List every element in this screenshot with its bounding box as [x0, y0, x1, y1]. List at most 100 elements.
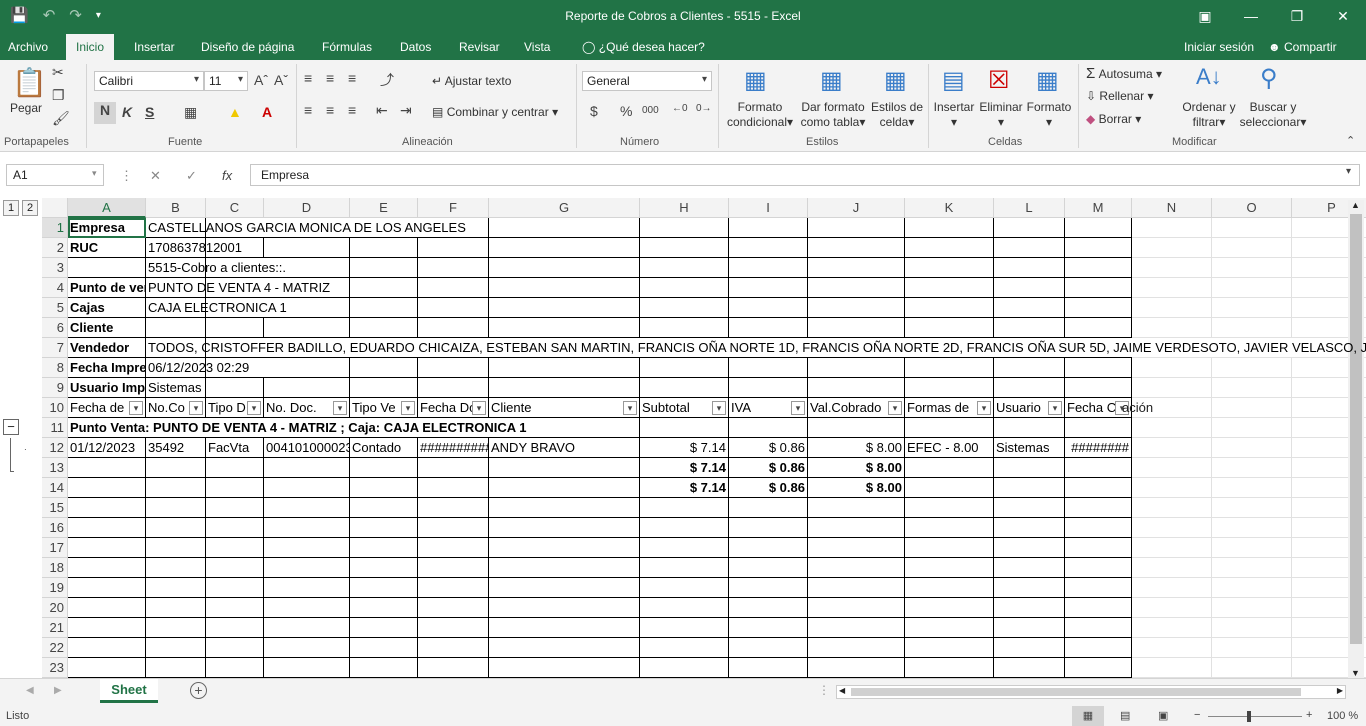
- grid-cell[interactable]: [264, 458, 350, 478]
- grid-cell[interactable]: [350, 598, 418, 618]
- grid-cell[interactable]: [729, 658, 808, 678]
- align-middle-icon[interactable]: ≡: [326, 70, 334, 86]
- grid-cell[interactable]: [68, 638, 146, 658]
- grid-cell[interactable]: [489, 258, 640, 278]
- grid-cell[interactable]: [1212, 458, 1292, 478]
- format-cells-button[interactable]: Formato ▾: [1026, 100, 1072, 130]
- orientation-icon[interactable]: ⤴: [380, 70, 394, 90]
- column-header-d[interactable]: D: [264, 198, 350, 218]
- grid-cell[interactable]: [640, 238, 729, 258]
- grid-cell[interactable]: [905, 318, 994, 338]
- grid-cell[interactable]: [489, 218, 640, 238]
- grid-cell[interactable]: [68, 498, 146, 518]
- grid-cell[interactable]: [808, 638, 905, 658]
- grid-cell[interactable]: [640, 538, 729, 558]
- grid-cell[interactable]: [264, 238, 350, 258]
- align-left-icon[interactable]: ≡: [304, 102, 312, 118]
- grid-cell[interactable]: [418, 538, 489, 558]
- find-select-button[interactable]: Buscar y seleccionar▾: [1238, 100, 1308, 130]
- grid-cell[interactable]: [350, 318, 418, 338]
- grid-cell[interactable]: [1065, 258, 1132, 278]
- grid-cell[interactable]: [418, 558, 489, 578]
- grid-cell[interactable]: [1065, 538, 1132, 558]
- grid-cell[interactable]: [350, 518, 418, 538]
- minimize-icon[interactable]: —: [1228, 0, 1274, 32]
- grid-cell[interactable]: [68, 558, 146, 578]
- add-sheet-icon[interactable]: +: [190, 682, 207, 699]
- cell-j12[interactable]: $ 8.00: [808, 438, 905, 458]
- grid-cell[interactable]: [994, 538, 1065, 558]
- grid-cell[interactable]: [905, 478, 994, 498]
- grid-cell[interactable]: [905, 298, 994, 318]
- grid-cell[interactable]: [1212, 218, 1292, 238]
- grid-cell[interactable]: [640, 618, 729, 638]
- grid-cell[interactable]: [489, 298, 640, 318]
- paste-button[interactable]: Pegar: [10, 101, 42, 116]
- increase-decimal-icon[interactable]: ←0: [672, 103, 688, 114]
- grid-cell[interactable]: [1132, 658, 1212, 678]
- borders-icon[interactable]: ▦: [184, 104, 197, 121]
- next-sheet-icon[interactable]: ▶: [54, 685, 62, 696]
- grid-cell[interactable]: [68, 598, 146, 618]
- grid-cell[interactable]: [729, 238, 808, 258]
- cell-j13[interactable]: $ 8.00: [808, 458, 905, 478]
- grid-cell[interactable]: [994, 498, 1065, 518]
- grid-cell[interactable]: [1065, 498, 1132, 518]
- grid-cell[interactable]: [489, 318, 640, 338]
- zoom-slider[interactable]: [1208, 716, 1302, 717]
- cell-b4[interactable]: PUNTO DE VENTA 4 - MATRIZ: [146, 278, 330, 298]
- grid-cell[interactable]: [418, 378, 489, 398]
- grid-cell[interactable]: [146, 598, 206, 618]
- normal-view-icon[interactable]: ▦: [1072, 706, 1104, 726]
- maximize-icon[interactable]: ❐: [1274, 0, 1320, 32]
- cell-j14[interactable]: $ 8.00: [808, 478, 905, 498]
- grid-cell[interactable]: [808, 538, 905, 558]
- align-center-icon[interactable]: ≡: [326, 102, 334, 118]
- grid-cell[interactable]: [418, 298, 489, 318]
- grid-cell[interactable]: [808, 498, 905, 518]
- grid-cell[interactable]: [808, 598, 905, 618]
- column-header-n[interactable]: N: [1132, 198, 1212, 218]
- fill-button[interactable]: ⇩ Rellenar ▾: [1086, 89, 1153, 104]
- tab-diseno[interactable]: Diseño de página: [193, 34, 302, 60]
- grid-cell[interactable]: [1065, 418, 1132, 438]
- scroll-left-icon[interactable]: ◀: [839, 686, 845, 695]
- grid-cell[interactable]: [1132, 418, 1212, 438]
- zoom-slider-thumb[interactable]: [1247, 711, 1251, 722]
- scroll-right-icon[interactable]: ▶: [1337, 686, 1343, 695]
- vertical-scroll-thumb[interactable]: [1350, 214, 1362, 644]
- align-right-icon[interactable]: ≡: [348, 102, 356, 118]
- grid-cell[interactable]: [994, 278, 1065, 298]
- sign-in-link[interactable]: Iniciar sesión: [1176, 34, 1262, 60]
- grid-cell[interactable]: [1212, 598, 1292, 618]
- grid-cell[interactable]: [350, 638, 418, 658]
- grid-cell[interactable]: [350, 538, 418, 558]
- cell-e12[interactable]: Contado: [350, 438, 418, 458]
- cell-i14[interactable]: $ 0.86: [729, 478, 808, 498]
- grid-cell[interactable]: [146, 558, 206, 578]
- grid-cell[interactable]: [729, 358, 808, 378]
- grid-cell[interactable]: [640, 318, 729, 338]
- cell-h13[interactable]: $ 7.14: [640, 458, 729, 478]
- grid-cell[interactable]: [994, 558, 1065, 578]
- grid-cell[interactable]: [808, 378, 905, 398]
- grid-cell[interactable]: [994, 238, 1065, 258]
- filter-dropdown-icon[interactable]: ▾: [623, 401, 637, 415]
- tab-inicio[interactable]: Inicio: [66, 34, 115, 60]
- grid-cell[interactable]: [146, 478, 206, 498]
- grid-cell[interactable]: [206, 318, 264, 338]
- grid-cell[interactable]: [146, 518, 206, 538]
- cell-b9[interactable]: Sistemas: [146, 378, 206, 398]
- grid-cell[interactable]: [418, 278, 489, 298]
- grid-cell[interactable]: [905, 498, 994, 518]
- scroll-up-icon[interactable]: ▲: [1351, 200, 1360, 210]
- cell-g10[interactable]: Cliente: [489, 398, 640, 418]
- grid-cell[interactable]: [1132, 478, 1212, 498]
- grid-cell[interactable]: [206, 638, 264, 658]
- filter-dropdown-icon[interactable]: ▾: [977, 401, 991, 415]
- grid-cell[interactable]: [640, 558, 729, 578]
- grid-cell[interactable]: [418, 258, 489, 278]
- cell-a4[interactable]: Punto de venta: [68, 278, 146, 298]
- autosum-button[interactable]: Σ Autosuma ▾: [1086, 66, 1162, 82]
- merge-center-button[interactable]: ▤ Combinar y centrar ▾: [432, 105, 558, 120]
